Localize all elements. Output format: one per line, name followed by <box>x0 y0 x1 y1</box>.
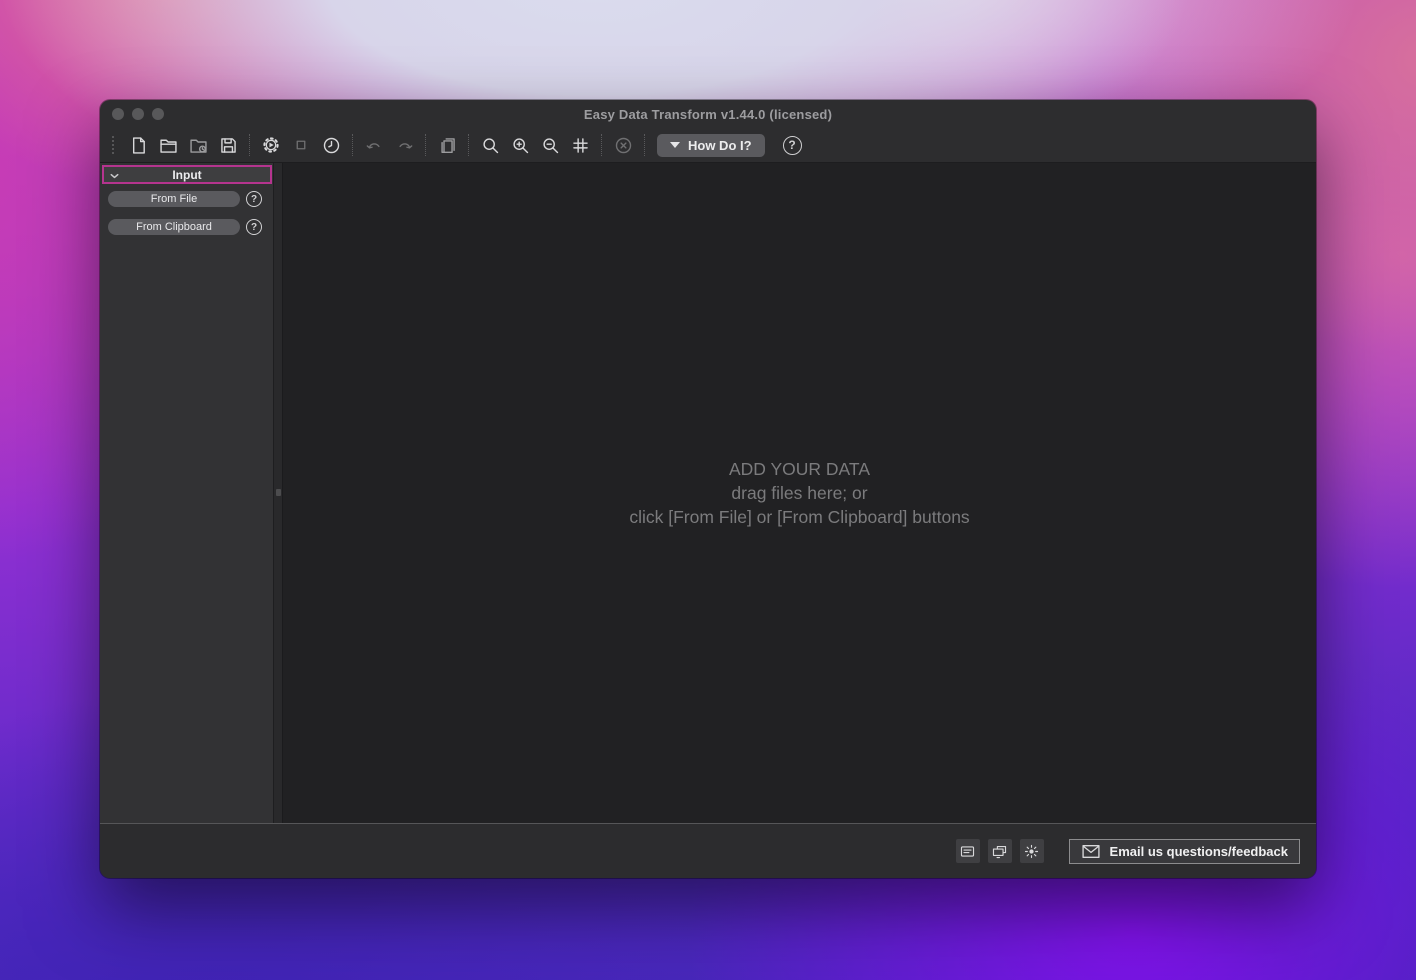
app-window: Easy Data Transform v1.44.0 (licensed) H… <box>100 100 1316 878</box>
recent-folder-clock-icon <box>189 139 207 153</box>
toolbar-separator <box>249 134 250 156</box>
toolbar-separator <box>425 134 426 156</box>
question-icon: ? <box>250 221 258 233</box>
empty-state-line1: ADD YOUR DATA <box>729 459 870 479</box>
chevron-down-icon <box>110 173 119 179</box>
new-file-button[interactable] <box>123 130 153 160</box>
from-clipboard-help-button[interactable]: ? <box>246 219 262 235</box>
displays-button[interactable] <box>987 839 1012 863</box>
pane-splitter[interactable] <box>273 163 283 823</box>
zoom-reset-button[interactable] <box>475 130 505 160</box>
minimize-window-button[interactable] <box>132 108 144 120</box>
toolbar-separator <box>468 134 469 156</box>
duplicate-pages-icon <box>440 137 455 153</box>
zoom-window-button[interactable] <box>152 108 164 120</box>
toolbar-separator <box>601 134 602 156</box>
left-pane: Input From File ? From Clipboard ? <box>100 163 273 823</box>
open-file-button[interactable] <box>153 130 183 160</box>
magnifier-plus-icon <box>512 137 528 153</box>
from-clipboard-button[interactable]: From Clipboard <box>108 219 240 235</box>
help-button[interactable]: ? <box>782 135 802 155</box>
notes-log-icon <box>960 845 975 857</box>
from-file-button[interactable]: From File <box>108 191 240 207</box>
input-section-header[interactable]: Input <box>102 165 272 184</box>
open-recent-button[interactable] <box>183 130 213 160</box>
undo-button[interactable] <box>359 130 389 160</box>
question-icon: ? <box>788 138 796 152</box>
save-button[interactable] <box>213 130 243 160</box>
envelope-icon <box>1081 844 1100 858</box>
toolbar-separator <box>644 134 645 156</box>
cancel-button[interactable] <box>608 130 638 160</box>
question-icon: ? <box>250 193 258 205</box>
open-folder-icon <box>159 139 177 153</box>
run-button[interactable] <box>256 130 286 160</box>
input-section-label: Input <box>172 167 202 182</box>
toolbar-drag-handle[interactable] <box>112 136 114 154</box>
redo-button[interactable] <box>389 130 419 160</box>
stop-button[interactable] <box>286 130 316 160</box>
grid-toggle-button[interactable] <box>565 130 595 160</box>
zoom-in-button[interactable] <box>505 130 535 160</box>
new-document-icon <box>132 136 145 154</box>
how-do-i-label: How Do I? <box>688 137 752 153</box>
magnifier-icon <box>482 137 498 153</box>
stop-square-icon <box>296 140 306 150</box>
close-window-button[interactable] <box>112 108 124 120</box>
brightness-sun-icon <box>1024 844 1039 858</box>
magnifier-minus-icon <box>542 137 558 153</box>
save-floppy-icon <box>220 137 236 153</box>
undo-arrow-icon <box>366 142 380 148</box>
overlapping-displays-icon <box>992 845 1007 858</box>
redo-arrow-icon <box>398 142 412 148</box>
email-feedback-button[interactable]: Email us questions/feedback <box>1068 838 1300 864</box>
triangle-down-icon <box>670 142 680 148</box>
cancel-circle-icon <box>615 137 631 153</box>
traffic-lights <box>112 108 164 120</box>
empty-state-line2: drag files here; or <box>731 483 868 503</box>
splitter-grip[interactable] <box>276 489 281 496</box>
window-title: Easy Data Transform v1.44.0 (licensed) <box>583 106 833 122</box>
clock-icon <box>323 137 339 153</box>
schedule-button[interactable] <box>316 130 346 160</box>
title-bar[interactable]: Easy Data Transform v1.44.0 (licensed) <box>100 100 1316 128</box>
grid-hash-icon <box>572 137 588 153</box>
how-do-i-button[interactable]: How Do I? <box>657 133 765 157</box>
content-area: Input From File ? From Clipboard ? ADD Y… <box>100 162 1316 823</box>
workspace-canvas[interactable]: ADD YOUR DATA drag files here; or click … <box>283 163 1316 823</box>
run-gear-icon <box>263 137 279 153</box>
duplicate-button[interactable] <box>432 130 462 160</box>
from-file-help-button[interactable]: ? <box>246 191 262 207</box>
brightness-button[interactable] <box>1019 839 1044 863</box>
notes-button[interactable] <box>955 839 980 863</box>
toolbar-separator <box>352 134 353 156</box>
zoom-out-button[interactable] <box>535 130 565 160</box>
empty-state-line3: click [From File] or [From Clipboard] bu… <box>629 507 970 527</box>
status-bar: Email us questions/feedback <box>100 823 1316 878</box>
toolbar: How Do I? ? <box>100 128 1316 162</box>
email-feedback-label: Email us questions/feedback <box>1109 843 1288 859</box>
empty-state-message: ADD YOUR DATA drag files here; or click … <box>629 457 969 529</box>
